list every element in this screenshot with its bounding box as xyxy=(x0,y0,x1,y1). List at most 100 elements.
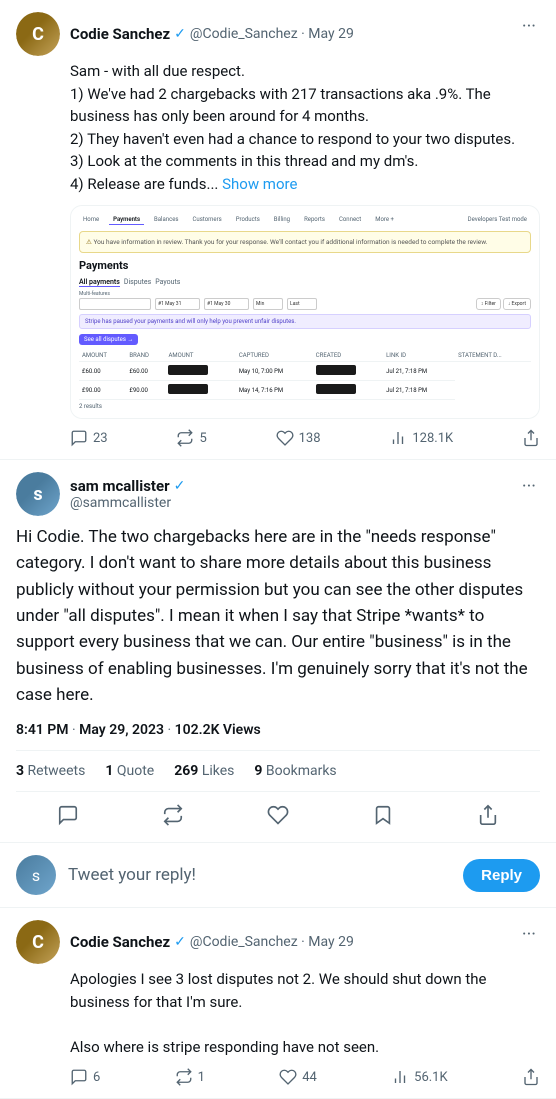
screenshot-results-count: 2 results xyxy=(79,403,531,410)
table-row-1: £60.00 £60.00 May 10, 7:00 PM Jul 21, 7:… xyxy=(79,362,531,381)
nav-reports: Reports xyxy=(300,214,329,225)
table-row-2: £90.00 £90.00 May 14, 7:16 PM Jul 21, 7:… xyxy=(79,381,531,400)
main-tweet-actions xyxy=(16,804,540,830)
quotes-stat: 1 Quote xyxy=(105,763,154,779)
user-info-sam: sam mcallister ✓ @sammcallister xyxy=(70,477,185,511)
views-count-2: 56.1K xyxy=(414,1070,448,1085)
avatar-codie-1[interactable]: C xyxy=(16,12,60,56)
cell-created-1: May 10, 7:00 PM xyxy=(236,362,313,381)
filter-date1: #1 May 31 xyxy=(155,298,200,310)
th-brand: BRAND xyxy=(126,350,165,362)
tweet-header-left-1: C Codie Sanchez ✓ @Codie_Sanchez · May 2… xyxy=(16,12,354,56)
tweet-date: May 29, 2023 xyxy=(79,722,164,738)
screenshot-action-buttons: ↕ Filter ↓ Export xyxy=(476,298,531,310)
retweet-count-2: 1 xyxy=(198,1070,205,1085)
views-count-1: 128.1K xyxy=(412,431,453,446)
tweet-screenshot-image: Home Payments Balances Customers Product… xyxy=(70,205,540,419)
more-menu-icon-sam[interactable]: ··· xyxy=(518,472,540,501)
display-name-row-sam: sam mcallister ✓ xyxy=(70,477,185,495)
reply-count-1: 23 xyxy=(93,431,108,446)
main-tweet-sam: s sam mcallister ✓ @sammcallister ··· Hi… xyxy=(0,460,556,843)
cell-stmt-1: Jul 21, 7:18 PM xyxy=(383,362,455,381)
share-action-1[interactable] xyxy=(522,429,540,447)
th-amount: AMOUNT xyxy=(79,350,126,362)
handle-date-1: @Codie_Sanchez · May 29 xyxy=(190,26,354,42)
display-name-row-2: Codie Sanchez ✓ @Codie_Sanchez · May 29 xyxy=(70,933,354,951)
tweet-body-1: Sam - with all due respect. 1) We've had… xyxy=(70,60,540,447)
reply-action-1[interactable]: 23 xyxy=(70,429,108,447)
reply-action-main[interactable] xyxy=(57,804,79,826)
display-name-2: Codie Sanchez xyxy=(70,933,170,951)
like-count-1: 138 xyxy=(299,431,321,446)
th-captured: CAPTURED xyxy=(236,350,313,362)
share-action-main[interactable] xyxy=(477,804,499,826)
th-created: CREATED xyxy=(313,350,383,362)
verified-icon-sam: ✓ xyxy=(174,478,186,494)
main-tweet-header-left: s sam mcallister ✓ @sammcallister xyxy=(16,472,185,516)
tweet-codie-1: C Codie Sanchez ✓ @Codie_Sanchez · May 2… xyxy=(0,0,556,460)
show-more-link-1[interactable]: Show more xyxy=(222,175,297,193)
tweet-body-2: Apologies I see 3 lost disputes not 2. W… xyxy=(70,968,540,1086)
like-action-main[interactable] xyxy=(267,804,289,826)
screenshot-disputes-notice: Stripe has paused your payments and will… xyxy=(79,314,531,329)
verified-icon-2: ✓ xyxy=(174,934,186,950)
nav-products: Products xyxy=(232,214,264,225)
screenshot-alert: ⚠ You have information in review. Thank … xyxy=(79,231,531,253)
reply-box: s Tweet your reply! Reply xyxy=(0,843,556,908)
user-info-1: Codie Sanchez ✓ @Codie_Sanchez · May 29 xyxy=(70,25,354,43)
tweet-text-2: Apologies I see 3 lost disputes not 2. W… xyxy=(70,968,540,1058)
filter-all: All payments xyxy=(79,278,120,287)
cell-brand-2: £90.00 xyxy=(126,381,165,400)
nav-balances: Balances xyxy=(150,214,182,225)
tweet-actions-1: 23 5 138 128.1K xyxy=(70,429,540,447)
filter-disputes: Disputes xyxy=(124,278,151,287)
reply-avatar: s xyxy=(16,855,56,895)
reply-input-placeholder[interactable]: Tweet your reply! xyxy=(68,865,451,885)
retweet-action-1[interactable]: 5 xyxy=(176,429,206,447)
more-menu-icon-2[interactable]: ··· xyxy=(518,920,540,949)
filter-payouts: Payouts xyxy=(155,278,180,287)
like-action-2[interactable]: 44 xyxy=(279,1068,317,1086)
share-action-2[interactable] xyxy=(522,1068,540,1086)
screenshot-payments-title: Payments xyxy=(79,259,531,272)
retweet-action-main[interactable] xyxy=(162,804,184,826)
tweet-actions-2: 6 1 44 56.1K xyxy=(70,1068,540,1086)
tweet-header-1: C Codie Sanchez ✓ @Codie_Sanchez · May 2… xyxy=(16,12,540,56)
avatar-image-codie-1: C xyxy=(16,12,60,56)
tweet-header-2: C Codie Sanchez ✓ @Codie_Sanchez · May 2… xyxy=(16,920,540,964)
cell-captured-2 xyxy=(165,381,235,400)
more-menu-icon-1[interactable]: ··· xyxy=(518,12,540,41)
th-amount2: AMOUNT xyxy=(165,350,235,362)
th-link: LINK ID xyxy=(383,350,455,362)
retweets-stat: 3 Retweets xyxy=(16,763,85,779)
cell-link-1 xyxy=(313,362,383,381)
reply-action-2[interactable]: 6 xyxy=(70,1068,100,1086)
btn-filter: ↕ Filter xyxy=(476,298,501,310)
cell-brand-1: £60.00 xyxy=(126,362,165,381)
filter-min: Min xyxy=(253,298,283,310)
main-tweet-text: Hi Codie. The two chargebacks here are i… xyxy=(16,524,540,708)
reply-button[interactable]: Reply xyxy=(463,859,540,892)
nav-billing: Billing xyxy=(270,214,294,225)
avatar-codie-2[interactable]: C xyxy=(16,920,60,964)
cell-amount-2: £90.00 xyxy=(79,381,126,400)
avatar-sam[interactable]: s xyxy=(16,472,60,516)
filter-date2-input: #1 May 30 xyxy=(204,298,249,310)
nav-connect: Connect xyxy=(335,214,365,225)
screenshot-filters: Multi-features #1 May 31 #1 May 30 Min L… xyxy=(79,291,531,310)
display-name-1: Codie Sanchez xyxy=(70,25,170,43)
tweet-views: 102.2K Views xyxy=(175,722,261,738)
views-action-2[interactable]: 56.1K xyxy=(391,1068,448,1086)
likes-stat: 269 Likes xyxy=(174,763,234,779)
nav-home: Home xyxy=(79,214,103,225)
nav-customers: Customers xyxy=(189,214,226,225)
bookmark-action-main[interactable] xyxy=(372,804,394,826)
th-stmt: STATEMENT D... xyxy=(455,350,531,362)
views-action-1[interactable]: 128.1K xyxy=(389,429,453,447)
main-tweet-meta: 8:41 PM · May 29, 2023 · 102.2K Views xyxy=(16,722,540,751)
filter-method-input xyxy=(79,298,151,310)
filter-max: Last xyxy=(287,298,317,310)
like-action-1[interactable]: 138 xyxy=(276,429,321,447)
retweet-action-2[interactable]: 1 xyxy=(175,1068,205,1086)
tweet-text-1: Sam - with all due respect. 1) We've had… xyxy=(70,60,540,195)
